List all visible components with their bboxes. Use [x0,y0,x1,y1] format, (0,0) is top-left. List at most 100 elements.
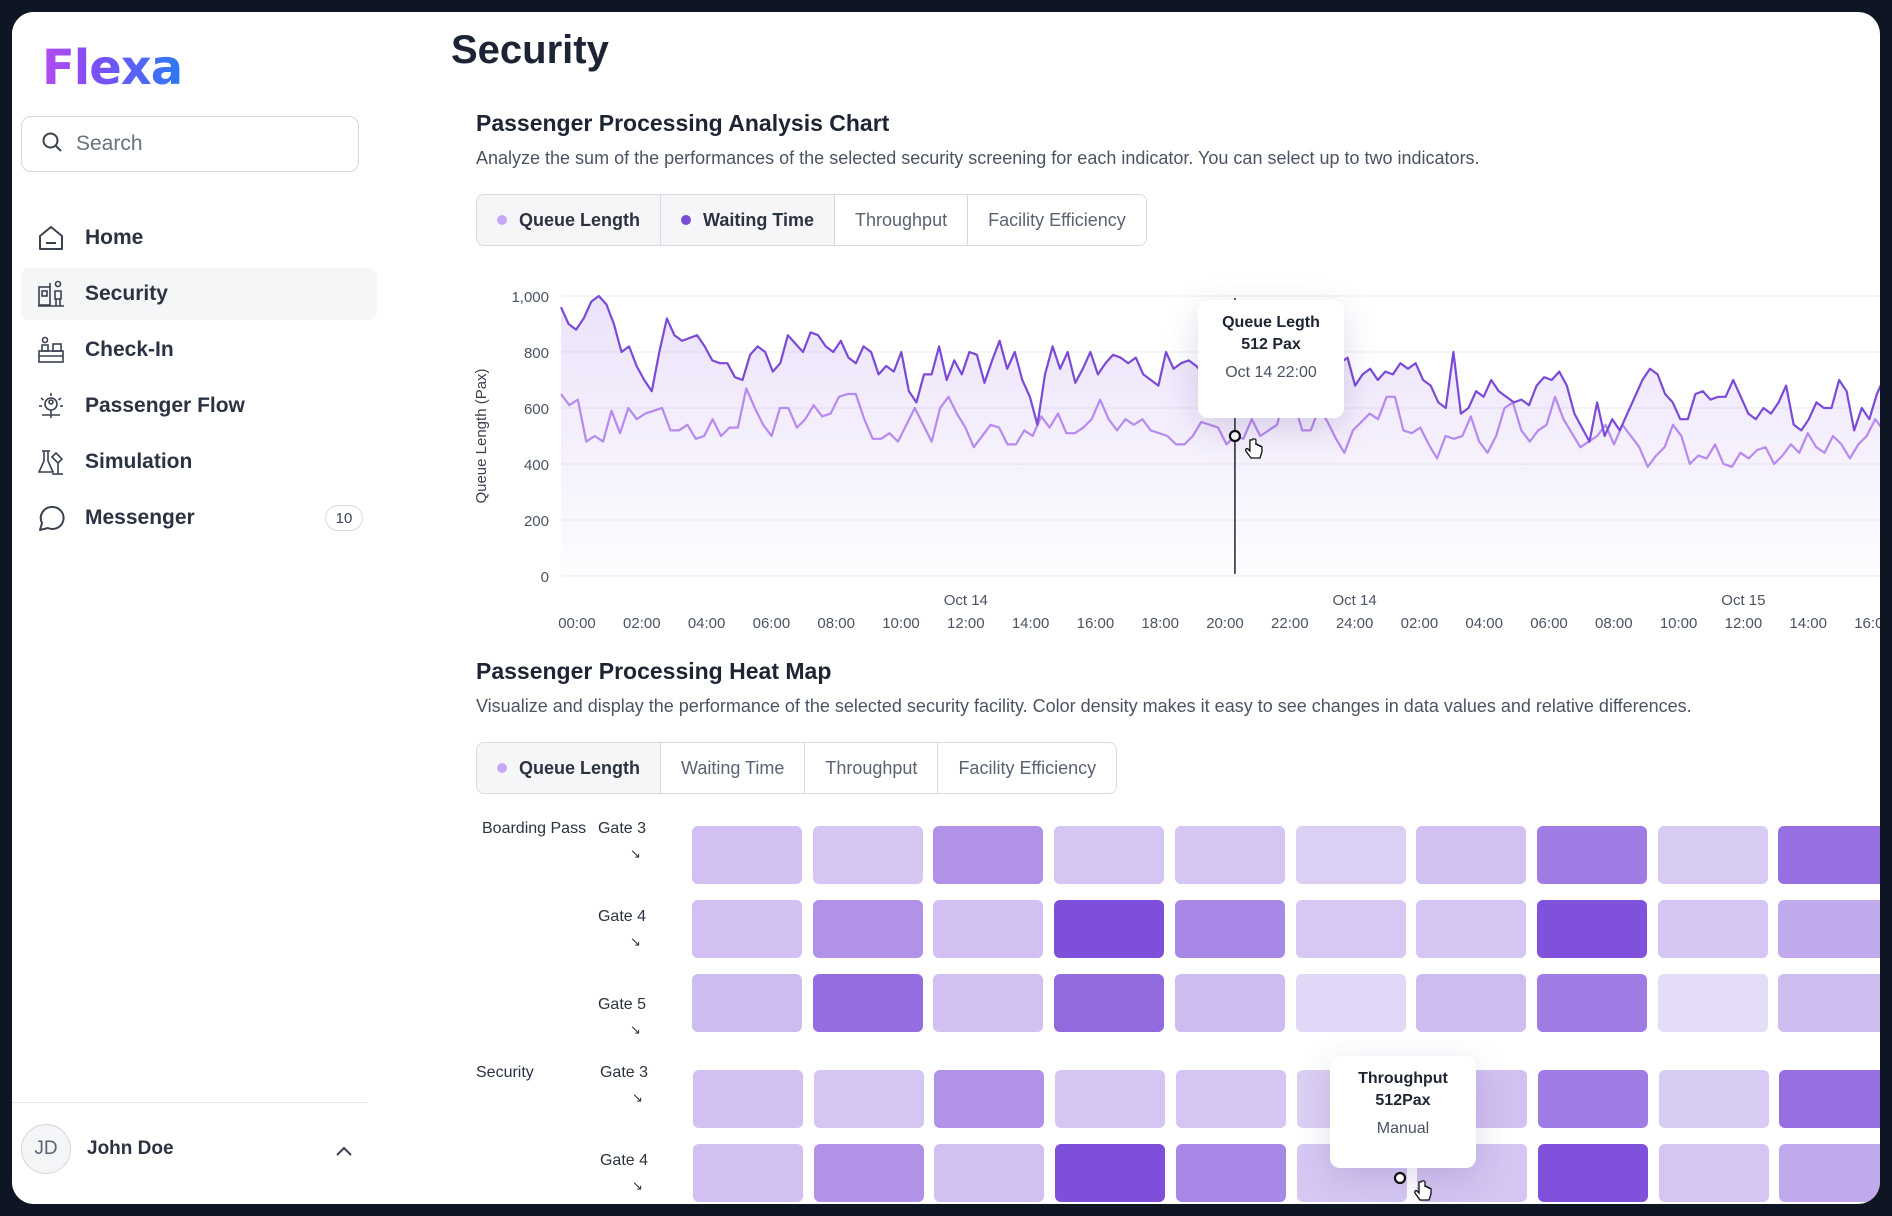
heatmap-cell[interactable] [1295,974,1406,1032]
y-tick-label: 600 [524,401,549,418]
x-tick-label: 02:00 [1401,615,1439,632]
tab-waiting-time[interactable]: Waiting Time [661,195,836,245]
heatmap-cell[interactable] [693,1144,803,1202]
sidebar-item-messenger[interactable]: Messenger 10 [21,492,377,544]
heatmap-cell[interactable] [1416,900,1527,958]
heatmap-cell[interactable] [813,1144,924,1202]
tab-throughput[interactable]: Throughput [835,195,969,245]
heatmap-cell[interactable] [1779,1144,1880,1202]
heatmap-cell[interactable] [812,826,923,884]
heatmap-cell[interactable] [1658,1144,1769,1202]
tooltip-time: Oct 14 22:00 [1225,364,1317,381]
heatmap-cell[interactable] [1779,1070,1880,1128]
heatmap-cell[interactable] [693,1070,803,1128]
heatmap-cell[interactable] [692,974,802,1032]
heatmap-cell[interactable] [1536,974,1647,1032]
x-tick-label: 04:00 [688,615,726,632]
heatmap-cell[interactable] [1175,1144,1286,1202]
tooltip-title: Queue Legth [1222,314,1320,331]
search-input[interactable] [76,132,336,156]
check-in-desk-icon [35,334,67,366]
heatmap-cell[interactable] [1054,900,1165,958]
heatmap-cell[interactable] [1537,1070,1648,1128]
y-tick-label: 200 [524,513,549,530]
heatmap-cell[interactable] [933,826,1044,884]
heatmap-cell[interactable] [1054,974,1165,1032]
heatmap-cell[interactable] [1536,900,1647,958]
heatmap-cell[interactable] [1174,974,1285,1032]
heatmap-cell[interactable] [1055,1070,1166,1128]
chevron-up-icon[interactable] [334,1144,354,1158]
heatmap-cell[interactable] [1055,1144,1166,1202]
x-tick-label: 12:00 [947,615,985,632]
heatmap-cell[interactable] [1416,826,1527,884]
sidebar-item-label: Home [85,226,144,249]
expand-arrow-icon[interactable]: ↘ [630,846,641,862]
tab-throughput[interactable]: Throughput [805,743,939,793]
heatmap-cell[interactable] [1174,826,1285,884]
heatmap-title: Passenger Processing Heat Map [476,658,832,684]
x-tick-label: 14:00 [1789,615,1827,632]
sidebar-item-simulation[interactable]: Simulation [21,436,377,488]
tab-facility-efficiency[interactable]: Facility Efficiency [938,743,1116,793]
heatmap-cell[interactable] [692,826,802,884]
heatmap-cell[interactable] [1657,974,1768,1032]
expand-arrow-icon[interactable]: ↘ [632,1178,643,1194]
heatmap-row-label: Gate 4 [599,1152,648,1169]
heatmap-cell[interactable] [934,1144,1045,1202]
analysis-line-chart[interactable]: 1,000 800 600 400 200 0 Queue Length (Pax) 00:0… [468,270,1880,650]
sidebar-item-passenger-flow[interactable]: Passenger Flow [21,380,377,432]
simulation-icon [35,446,67,478]
heatmap-cell[interactable] [1778,900,1880,958]
user-menu[interactable]: JD John Doe [21,1124,174,1174]
heatmap-cell[interactable] [1778,974,1880,1032]
heatmap-cell[interactable] [812,900,923,958]
x-tick-label: 18:00 [1141,615,1179,632]
chat-bubble-icon [35,502,67,534]
brand-logo[interactable]: Flexa [42,40,183,96]
heatmap-cell[interactable] [813,1070,924,1128]
heatmap-cell[interactable] [934,1070,1045,1128]
heatmap-cell[interactable] [1174,900,1285,958]
heatmap-cell[interactable] [1175,1070,1286,1128]
heatmap-cell[interactable] [1295,826,1406,884]
heatmap-cell[interactable] [933,974,1044,1032]
expand-arrow-icon[interactable]: ↘ [632,1090,643,1106]
x-tick-label: 14:00 [1012,615,1050,632]
heatmap-cell[interactable] [1295,900,1406,958]
expand-arrow-icon[interactable]: ↘ [630,1022,641,1038]
sidebar-item-check-in[interactable]: Check-In [21,324,377,376]
y-tick-label: 1,000 [511,289,549,306]
tab-facility-efficiency[interactable]: Facility Efficiency [968,195,1146,245]
heatmap-cell[interactable] [1657,900,1768,958]
passenger-flow-icon [35,390,67,422]
sidebar-item-home[interactable]: Home [21,212,377,264]
tab-queue-length[interactable]: Queue Length [477,195,661,245]
heatmap-cell[interactable] [1054,826,1165,884]
heatmap-cell[interactable] [1657,826,1768,884]
security-scanner-icon [35,278,67,310]
heatmap-cell[interactable] [692,900,802,958]
tab-queue-length[interactable]: Queue Length [477,743,661,793]
heatmap-cell[interactable] [812,974,923,1032]
heatmap-cell[interactable] [1658,1070,1769,1128]
analysis-chart-title: Passenger Processing Analysis Chart [476,110,890,136]
x-tick-label: 24:00 [1336,615,1374,632]
heatmap-cell[interactable] [1416,974,1527,1032]
expand-arrow-icon[interactable]: ↘ [630,934,641,950]
sidebar: Flexa Home Security [12,12,377,1204]
tab-waiting-time[interactable]: Waiting Time [661,743,806,793]
tooltip-value: 512 Pax [1241,336,1301,353]
heatmap-cell[interactable] [1537,1144,1648,1202]
series-dot-icon [497,215,507,225]
analysis-chart-description: Analyze the sum of the performances of t… [476,148,1480,168]
x-tick-label: 00:00 [558,615,596,632]
tooltip-title: Throughput [1358,1070,1448,1087]
heatmap-cell[interactable] [933,900,1044,958]
sidebar-item-security[interactable]: Security [21,268,377,320]
heatmap-cell[interactable] [1536,826,1647,884]
heatmap-row-label: Gate 3 [597,820,646,837]
heatmap-cell[interactable] [1778,826,1880,884]
search-box[interactable] [21,116,359,172]
user-name: John Doe [87,1138,174,1159]
